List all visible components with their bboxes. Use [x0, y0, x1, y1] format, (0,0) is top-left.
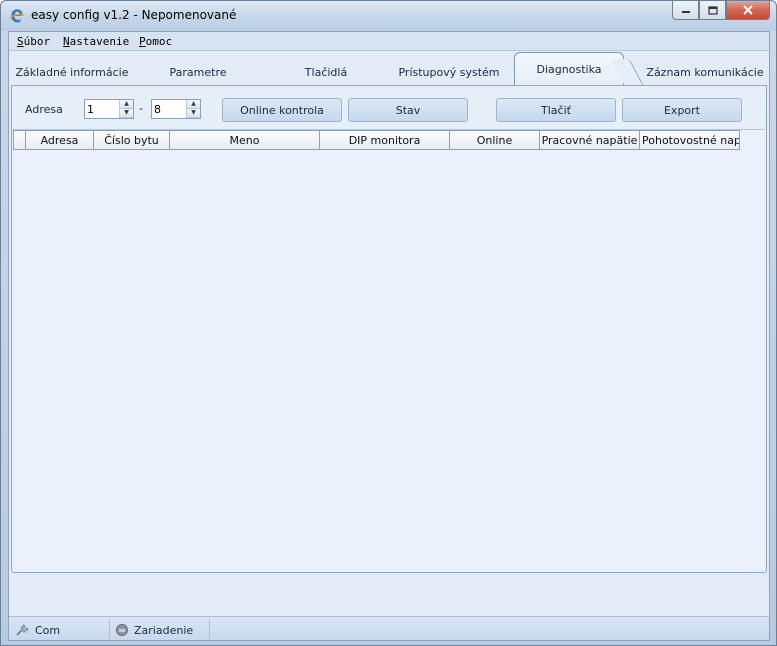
status-separator	[109, 619, 110, 639]
minimize-icon	[681, 11, 690, 13]
menu-settings-hotkey: N	[63, 35, 70, 48]
close-icon	[743, 5, 753, 15]
export-button[interactable]: Export	[622, 98, 742, 122]
minimize-button[interactable]	[672, 1, 699, 20]
menu-settings-rest: astavenie	[69, 35, 130, 48]
spin-up-icon[interactable]: ▲	[120, 100, 133, 109]
menu-help-hotkey: P	[139, 35, 146, 48]
status-separator	[209, 619, 210, 639]
column-header[interactable]: Číslo bytu	[94, 130, 170, 150]
app-window: easy config v1.2 - Nepomenované Súbor Na…	[0, 0, 777, 646]
client-area: Súbor Nastavenie Pomoc Základné informác…	[8, 31, 770, 641]
menu-bar: Súbor Nastavenie Pomoc	[9, 32, 769, 51]
menu-help-rest: omoc	[145, 35, 173, 48]
status-device-label: Zariadenie	[134, 623, 194, 637]
app-logo-icon	[9, 9, 25, 23]
spin-down-icon[interactable]: ▼	[120, 109, 133, 118]
state-button[interactable]: Stav	[348, 98, 468, 122]
print-button[interactable]: Tlačiť	[496, 98, 616, 122]
diagnostics-panel: Adresa ▲ ▼ - ▲ ▼ Online kontrola Stav Tl…	[11, 85, 767, 573]
column-header[interactable]: Meno	[170, 130, 320, 150]
menu-file-hotkey: S	[17, 35, 24, 48]
menu-file[interactable]: Súbor	[17, 35, 50, 48]
address-from-input[interactable]	[85, 100, 119, 118]
spin-down-icon[interactable]: ▼	[187, 109, 200, 118]
column-header[interactable]: DIP monitora	[320, 130, 450, 150]
diagnostics-table[interactable]: Adresa Číslo bytu Meno DIP monitora Onli…	[13, 129, 765, 569]
tab-parameters[interactable]: Parametre	[149, 60, 247, 84]
column-header[interactable]: Pohotovostné napä	[640, 130, 740, 150]
range-separator: -	[139, 102, 143, 115]
menu-settings[interactable]: Nastavenie	[63, 35, 129, 48]
status-device: Zariadenie	[115, 621, 193, 639]
menu-help[interactable]: Pomoc	[139, 35, 172, 48]
address-from-spinner[interactable]: ▲ ▼	[84, 99, 134, 119]
table-header: Adresa Číslo bytu Meno DIP monitora Onli…	[13, 130, 740, 150]
address-label: Adresa	[25, 103, 63, 116]
maximize-icon	[707, 5, 718, 15]
tab-basic-info[interactable]: Základné informácie	[13, 60, 131, 84]
column-header[interactable]: Pracovné napätie	[540, 130, 640, 150]
device-icon	[116, 624, 128, 636]
maximize-button[interactable]	[699, 1, 726, 20]
address-to-input[interactable]	[152, 100, 186, 118]
column-header[interactable]: Online	[450, 130, 540, 150]
tab-communication-log[interactable]: Záznam komunikácie	[645, 60, 765, 84]
status-com-label: Com	[35, 623, 61, 637]
title-bar[interactable]: easy config v1.2 - Nepomenované	[1, 1, 776, 31]
status-com: Com	[15, 621, 60, 639]
menu-file-rest: úbor	[23, 35, 51, 48]
tab-buttons[interactable]: Tlačidlá	[279, 60, 373, 84]
tab-strip: Základné informácie Parametre Tlačidlá P…	[9, 52, 769, 86]
online-check-button[interactable]: Online kontrola	[222, 98, 342, 122]
tab-access-system[interactable]: Prístupový systém	[393, 60, 505, 84]
status-bar: Com Zariadenie	[9, 616, 769, 640]
close-button[interactable]	[726, 1, 770, 20]
plug-icon	[16, 624, 29, 636]
tab-diagnostics[interactable]: Diagnostika	[514, 52, 624, 86]
address-to-spinner[interactable]: ▲ ▼	[151, 99, 201, 119]
row-selector-header	[13, 130, 26, 150]
column-header[interactable]: Adresa	[26, 130, 94, 150]
spin-up-icon[interactable]: ▲	[187, 100, 200, 109]
window-title: easy config v1.2 - Nepomenované	[31, 8, 237, 22]
